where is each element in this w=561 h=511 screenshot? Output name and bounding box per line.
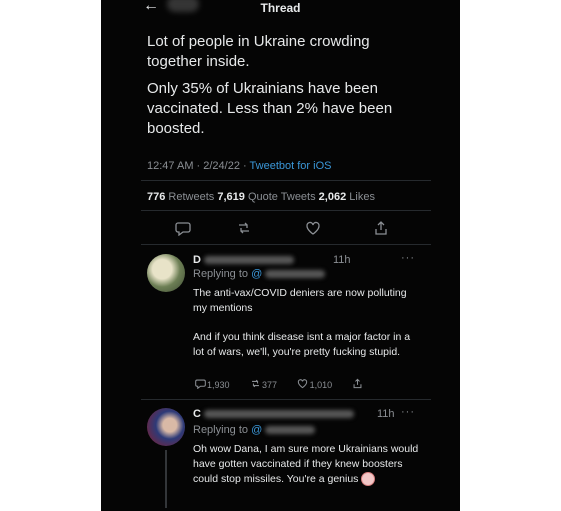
share-icon[interactable] <box>351 378 365 392</box>
tweet-client-link[interactable]: Tweetbot for iOS <box>250 160 332 172</box>
tweet-stats: 776 Retweets 7,619 Quote Tweets 2,062 Li… <box>147 191 375 203</box>
retweet-icon[interactable] <box>234 220 254 238</box>
tweet-thread-screen: ← Thread Lot of people in Ukraine crowdi… <box>101 0 460 511</box>
share-icon[interactable] <box>371 220 391 238</box>
redacted-name <box>204 256 295 265</box>
reply-time: 11h <box>377 408 395 420</box>
reply-count: 1,930 <box>207 380 230 390</box>
retweet-count: 377 <box>262 380 278 390</box>
avatar[interactable] <box>147 254 185 292</box>
more-options-icon[interactable]: ··· <box>401 406 415 418</box>
divider <box>141 399 431 400</box>
top-bar: ← Thread <box>101 0 460 16</box>
likes-label: Likes <box>349 191 375 203</box>
replying-to: Replying to @ <box>193 424 316 436</box>
reply-icon[interactable] <box>173 220 193 238</box>
reply-action-bar: 1,930 377 1,010 <box>193 378 365 392</box>
page-title: Thread <box>260 1 301 15</box>
like-icon[interactable] <box>296 378 310 392</box>
avatar[interactable] <box>147 408 185 446</box>
retweets-count[interactable]: 776 <box>147 191 165 203</box>
quote-tweets-count[interactable]: 7,619 <box>217 191 245 203</box>
divider <box>141 244 431 245</box>
retweets-label: Retweets <box>168 191 215 203</box>
quote-tweets-label: Quote Tweets <box>247 191 316 203</box>
reply-tweet[interactable]: C 11h ··· Replying to @ Oh wow Dana, I a… <box>141 406 441 511</box>
likes-count[interactable]: 2,062 <box>319 191 347 203</box>
tweet-text-paragraph-1: Lot of people in Ukraine crowding togeth… <box>147 33 370 70</box>
tweet-text-paragraph-2: Only 35% of Ukrainians have been vaccina… <box>147 80 393 137</box>
thread-line <box>165 450 167 508</box>
reply-icon[interactable] <box>193 378 207 392</box>
divider <box>141 210 431 211</box>
more-options-icon[interactable]: ··· <box>401 252 415 264</box>
redacted-name <box>204 410 355 419</box>
emoji-icon <box>361 472 376 487</box>
reply-author-name[interactable]: C <box>193 408 355 420</box>
replying-to: Replying to @ <box>193 268 326 280</box>
divider <box>141 180 431 181</box>
like-icon[interactable] <box>303 220 323 238</box>
retweet-icon[interactable] <box>248 378 262 392</box>
reply-text-paragraph-1: Oh wow Dana, I am sure more Ukrainians w… <box>193 443 419 487</box>
replying-to-handle[interactable]: @ <box>251 424 262 436</box>
reply-author-name[interactable]: D <box>193 254 295 266</box>
reply-tweet[interactable]: D 11h ··· Replying to @ The anti-vax/COV… <box>141 252 441 394</box>
tweet-time: 12:47 AM · 2/24/22 · <box>147 160 250 172</box>
reply-time: 11h <box>333 254 351 266</box>
replying-to-handle[interactable]: @ <box>251 268 262 280</box>
reply-text-paragraph-1: The anti-vax/COVID deniers are now pollu… <box>193 287 407 314</box>
redacted-handle <box>265 270 326 279</box>
reply-text-paragraph-2: And if you think disease isnt a major fa… <box>193 331 411 358</box>
tweet-action-bar <box>101 220 460 238</box>
tweet-timestamp: 12:47 AM · 2/24/22 · Tweetbot for iOS <box>147 160 331 172</box>
like-count: 1,010 <box>309 380 333 390</box>
redacted-handle <box>265 426 316 435</box>
